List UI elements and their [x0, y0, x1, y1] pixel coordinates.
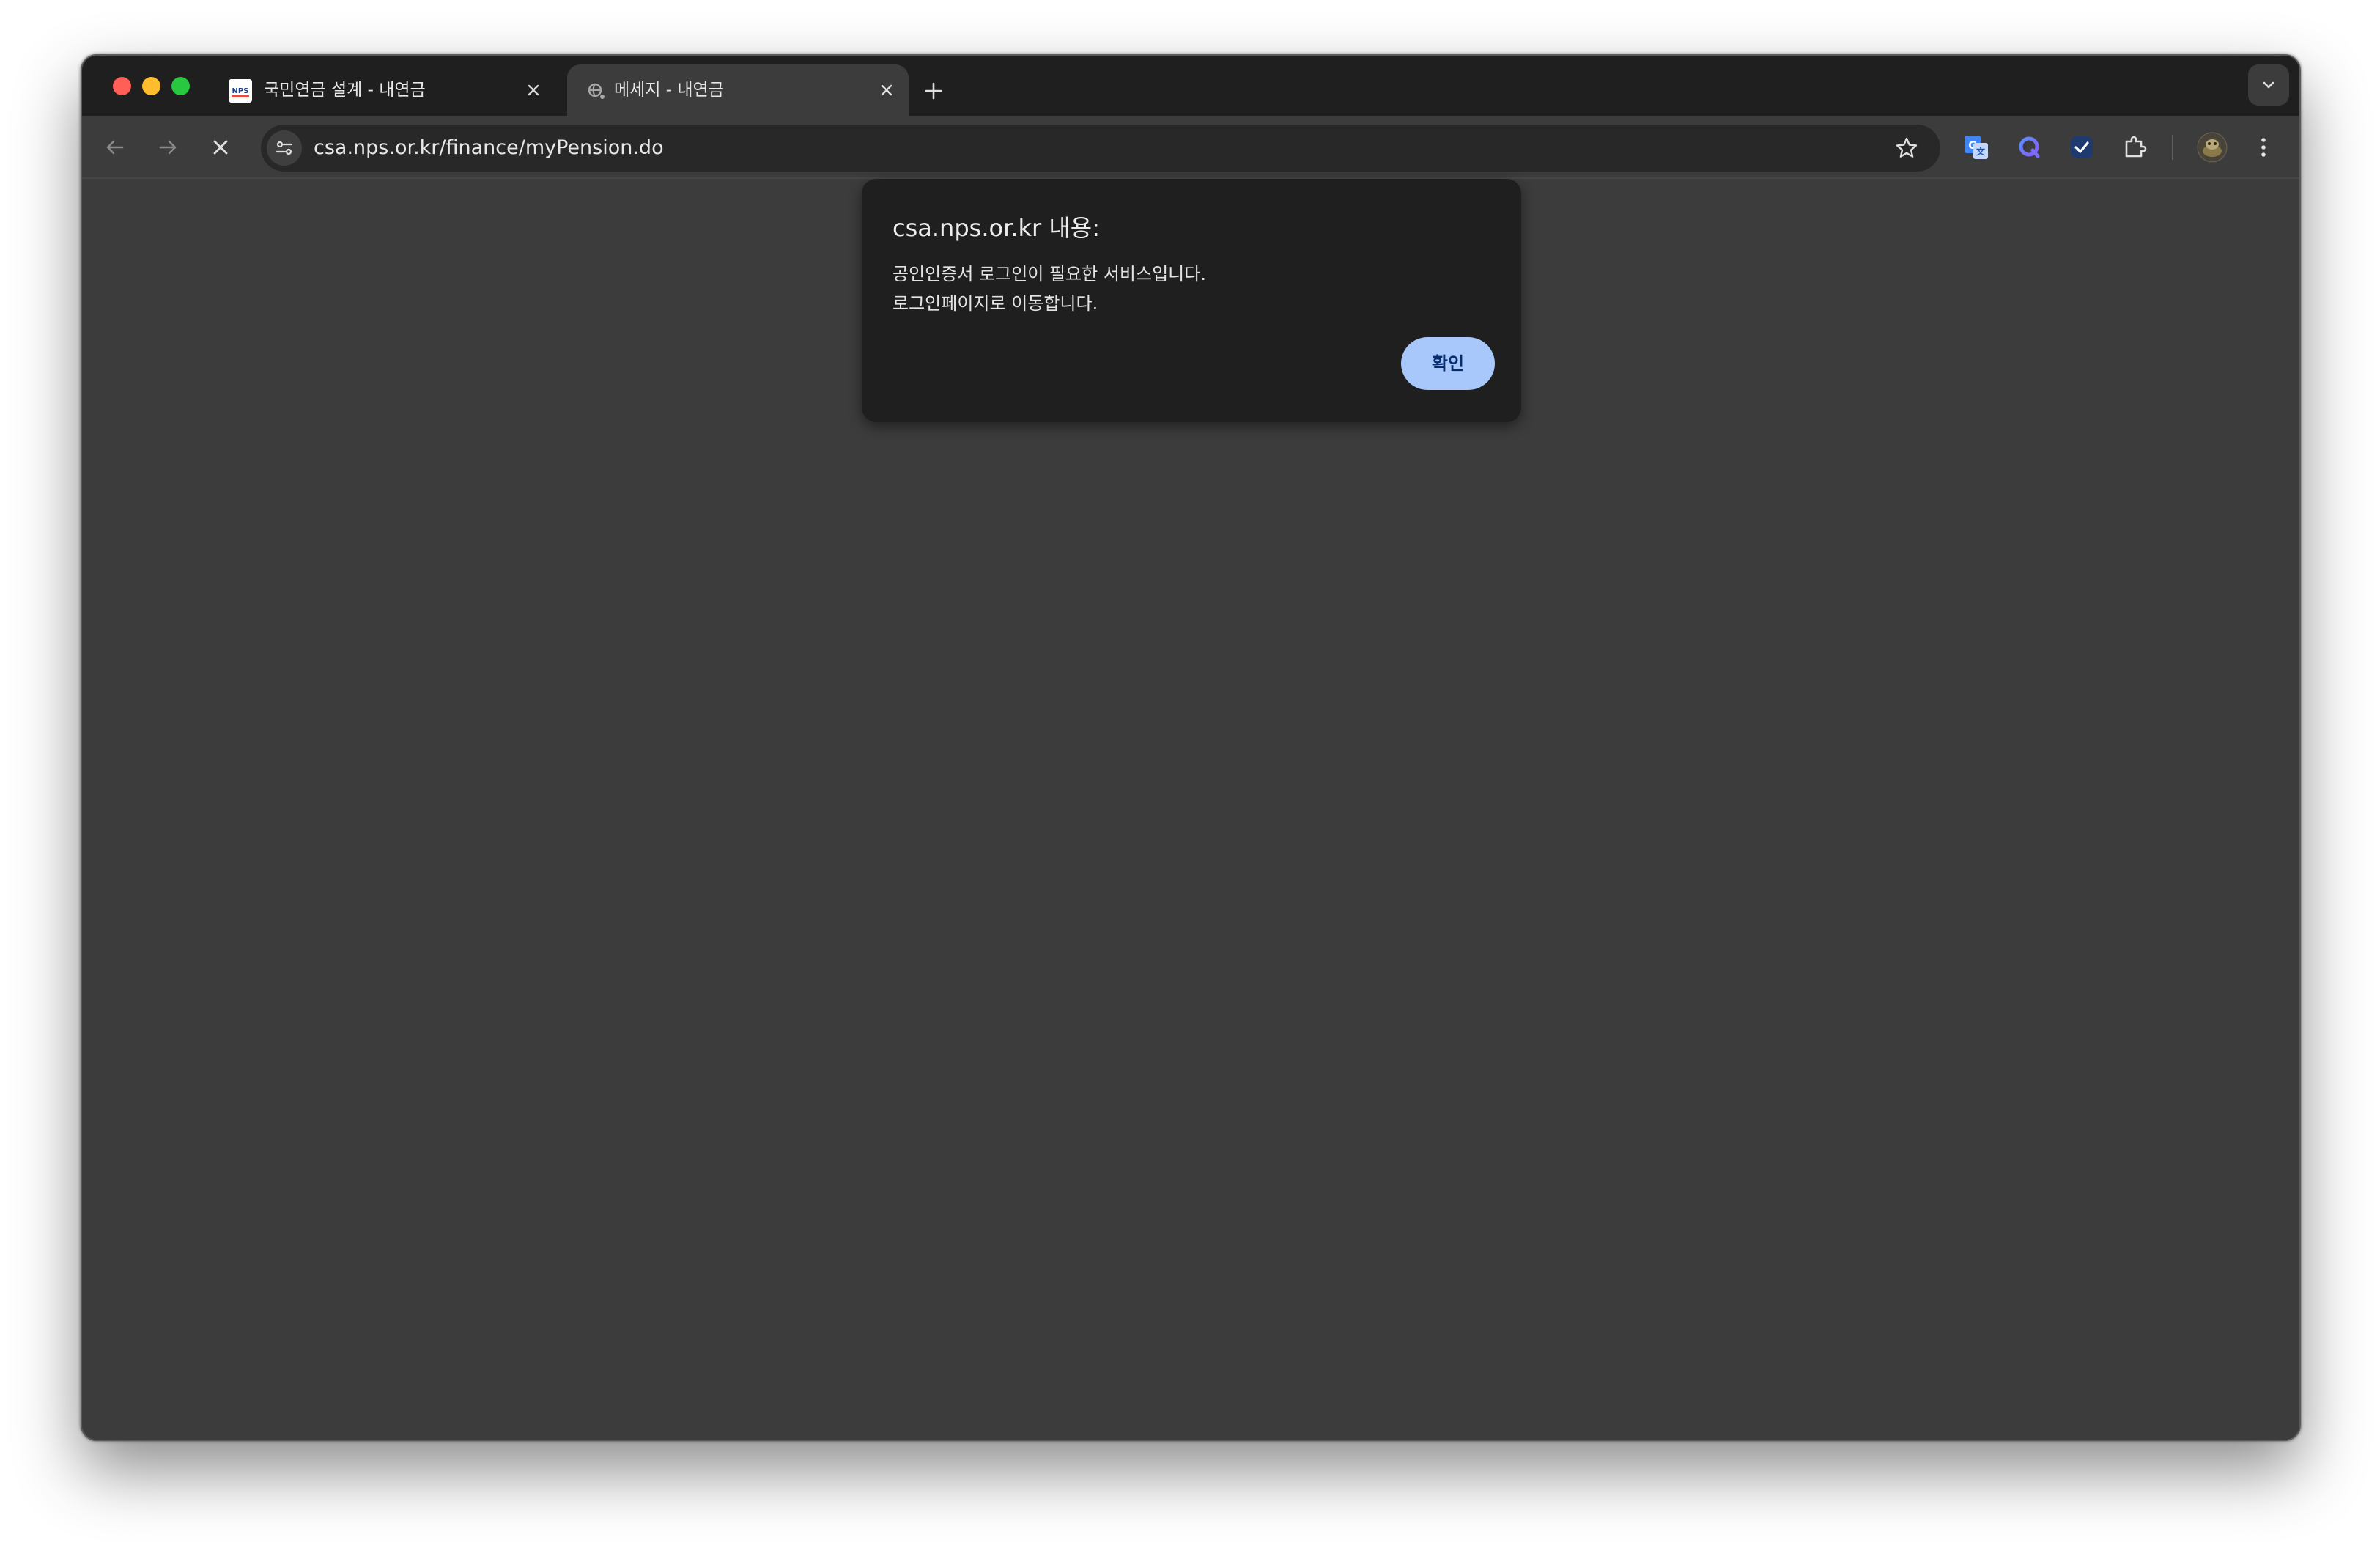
url-text[interactable]: csa.nps.or.kr/finance/myPension.do — [314, 125, 664, 172]
close-window-button[interactable] — [113, 77, 131, 95]
forward-button[interactable] — [151, 130, 185, 164]
toolbar: csa.nps.or.kr/finance/myPension.do G 文 — [82, 116, 2299, 179]
bookmark-star-icon[interactable] — [1893, 135, 1920, 161]
tab-message[interactable]: 메세지 - 내연금 — [567, 64, 909, 116]
dialog-message-line2: 로그인페이지로 이동합니다. — [892, 293, 1098, 314]
close-icon — [213, 140, 228, 155]
translate-extension-icon[interactable]: G 文 — [1961, 132, 1992, 163]
alert-dialog: csa.nps.or.kr 내용: 공인인증서 로그인이 필요한 서비스입니다.… — [862, 179, 1521, 422]
nps-logo-icon: NPS — [229, 79, 252, 103]
browser-window: NPS 국민연금 설계 - 내연금 메세지 - 내연금 csa.nps.or.k… — [81, 54, 2301, 1441]
puzzle-extensions-icon[interactable] — [2119, 132, 2150, 163]
search-extension-icon[interactable] — [2014, 132, 2044, 163]
address-bar[interactable]: csa.nps.or.kr/finance/myPension.do — [261, 125, 1940, 172]
stop-loading-button[interactable] — [204, 130, 237, 164]
tab-title: 메세지 - 내연금 — [614, 81, 724, 100]
check-extension-icon[interactable] — [2066, 132, 2097, 163]
tune-icon — [276, 141, 293, 155]
minimize-window-button[interactable] — [142, 77, 160, 95]
maximize-window-button[interactable] — [171, 77, 190, 95]
profile-avatar-icon[interactable] — [2197, 132, 2228, 163]
back-button[interactable] — [98, 130, 132, 164]
tab-close-icon[interactable] — [522, 78, 545, 102]
new-tab-button[interactable] — [919, 76, 948, 106]
svg-text:NPS: NPS — [232, 87, 249, 95]
tab-close-icon[interactable] — [875, 78, 898, 102]
site-info-button[interactable] — [267, 130, 302, 166]
svg-text:文: 文 — [1976, 146, 1986, 157]
dialog-message-line1: 공인인증서 로그인이 필요한 서비스입니다. — [892, 264, 1206, 284]
dialog-title: csa.nps.or.kr 내용: — [892, 214, 1100, 242]
arrow-left-icon — [106, 140, 124, 155]
tab-search-button[interactable] — [2248, 64, 2289, 106]
chevron-down-icon — [2263, 81, 2274, 89]
tab-title: 국민연금 설계 - 내연금 — [264, 81, 426, 100]
loading-globe-icon — [585, 79, 608, 103]
toolbar-separator — [2172, 135, 2173, 160]
ok-button[interactable]: 확인 — [1401, 337, 1495, 390]
tab-pension-design[interactable]: NPS 국민연금 설계 - 내연금 — [214, 64, 555, 116]
tab-strip: NPS 국민연금 설계 - 내연금 메세지 - 내연금 — [82, 56, 2299, 116]
more-options-icon[interactable] — [2248, 132, 2279, 163]
arrow-right-icon — [159, 140, 177, 155]
